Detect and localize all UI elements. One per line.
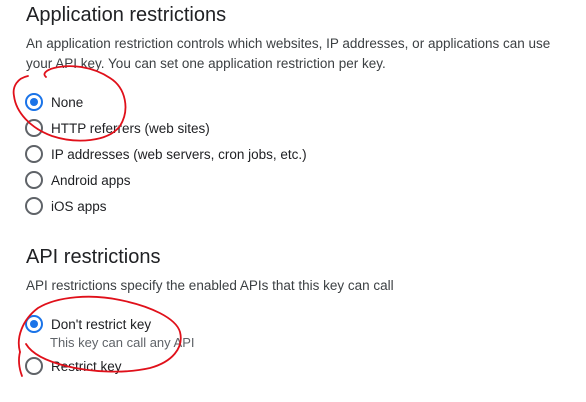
radio-label: Restrict key — [51, 358, 122, 374]
app-restrictions-title: Application restrictions — [26, 4, 227, 26]
radio-label: HTTP referrers (web sites) — [51, 120, 210, 136]
api-restrictions-description: API restrictions specify the enabled API… — [26, 278, 394, 293]
radio-label: Don't restrict key — [51, 316, 152, 332]
radio-unchecked-icon[interactable] — [25, 357, 43, 375]
radio-checked-icon[interactable] — [25, 315, 43, 333]
radio-label: Android apps — [51, 172, 131, 188]
api-restrictions-title: API restrictions — [26, 246, 161, 268]
radio-ios-apps[interactable]: iOS apps — [25, 196, 107, 216]
radio-restrict-key[interactable]: Restrict key — [25, 356, 122, 376]
radio-ip-addresses[interactable]: IP addresses (web servers, cron jobs, et… — [25, 144, 307, 164]
radio-http-referrers[interactable]: HTTP referrers (web sites) — [25, 118, 210, 138]
radio-unchecked-icon[interactable] — [25, 119, 43, 137]
radio-unchecked-icon[interactable] — [25, 145, 43, 163]
radio-label: None — [51, 94, 84, 110]
dont-restrict-key-sublabel: This key can call any API — [50, 335, 195, 350]
radio-unchecked-icon[interactable] — [25, 197, 43, 215]
radio-label: IP addresses (web servers, cron jobs, et… — [51, 146, 307, 162]
radio-checked-icon[interactable] — [25, 93, 43, 111]
radio-dont-restrict-key[interactable]: Don't restrict key — [25, 314, 151, 334]
radio-android-apps[interactable]: Android apps — [25, 170, 131, 190]
app-restrictions-description: An application restriction controls whic… — [26, 36, 551, 71]
radio-none[interactable]: None — [25, 92, 83, 112]
radio-unchecked-icon[interactable] — [25, 171, 43, 189]
radio-label: iOS apps — [51, 198, 107, 214]
